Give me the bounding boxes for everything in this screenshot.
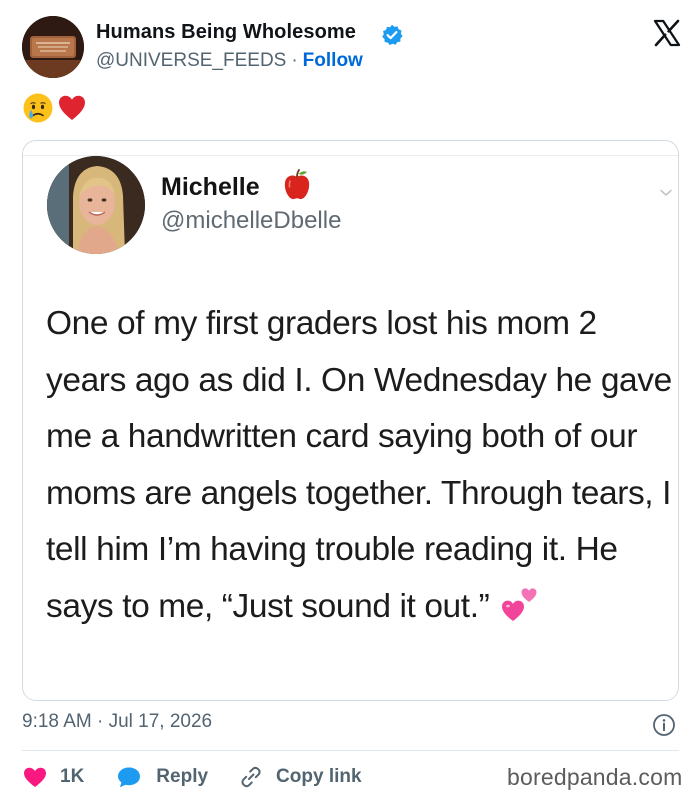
x-logo-icon[interactable] bbox=[652, 18, 682, 48]
author-name[interactable]: Humans Being Wholesome bbox=[96, 21, 356, 44]
handle-row: @UNIVERSE_FEEDS · Follow bbox=[96, 50, 363, 72]
red-heart-icon bbox=[56, 92, 88, 124]
tweet-actions: 1K Reply Copy link bbox=[22, 763, 362, 791]
actions-divider bbox=[22, 750, 679, 751]
michelle-name: Michelle bbox=[161, 173, 260, 201]
reply-label: Reply bbox=[156, 766, 209, 787]
handle-separator: · bbox=[291, 50, 298, 71]
apple-icon bbox=[281, 168, 313, 202]
michelle-handle: @michelleDbelle bbox=[161, 207, 342, 234]
copy-link-button[interactable]: Copy link bbox=[238, 764, 362, 790]
michelle-avatar bbox=[47, 156, 145, 254]
michelle-tweet-body: One of my first graders lost his mom 2 y… bbox=[46, 305, 672, 625]
chevron-down-icon bbox=[659, 185, 673, 196]
crying-face-icon bbox=[22, 92, 54, 124]
author-handle[interactable]: @UNIVERSE_FEEDS bbox=[96, 50, 286, 71]
embedded-tweet-image[interactable]: Michelle @michelleDbelle One of my first… bbox=[22, 140, 679, 701]
boredpanda-watermark: boredpanda.com bbox=[507, 764, 683, 790]
michelle-tweet-text: One of my first graders lost his mom 2 y… bbox=[46, 296, 678, 635]
info-icon[interactable] bbox=[652, 713, 676, 737]
two-hearts-icon bbox=[500, 585, 540, 625]
follow-link[interactable]: Follow bbox=[303, 50, 363, 71]
tweet-emoji-text bbox=[22, 92, 88, 124]
like-button[interactable]: 1K bbox=[22, 765, 84, 789]
tweet-header: Humans Being Wholesome @UNIVERSE_FEEDS · F… bbox=[22, 16, 682, 78]
like-count: 1K bbox=[60, 766, 85, 787]
author-avatar[interactable] bbox=[22, 16, 84, 78]
reply-bubble-icon bbox=[118, 767, 141, 788]
verified-badge-icon bbox=[381, 24, 403, 46]
copy-link-label: Copy link bbox=[276, 766, 362, 787]
heart-icon bbox=[24, 767, 46, 787]
image-top-edge bbox=[23, 155, 678, 156]
tweet-timestamp[interactable]: 9:18 AM · Jul 17, 2026 bbox=[22, 711, 212, 733]
reply-button[interactable]: Reply bbox=[116, 765, 208, 789]
link-icon bbox=[241, 766, 261, 788]
